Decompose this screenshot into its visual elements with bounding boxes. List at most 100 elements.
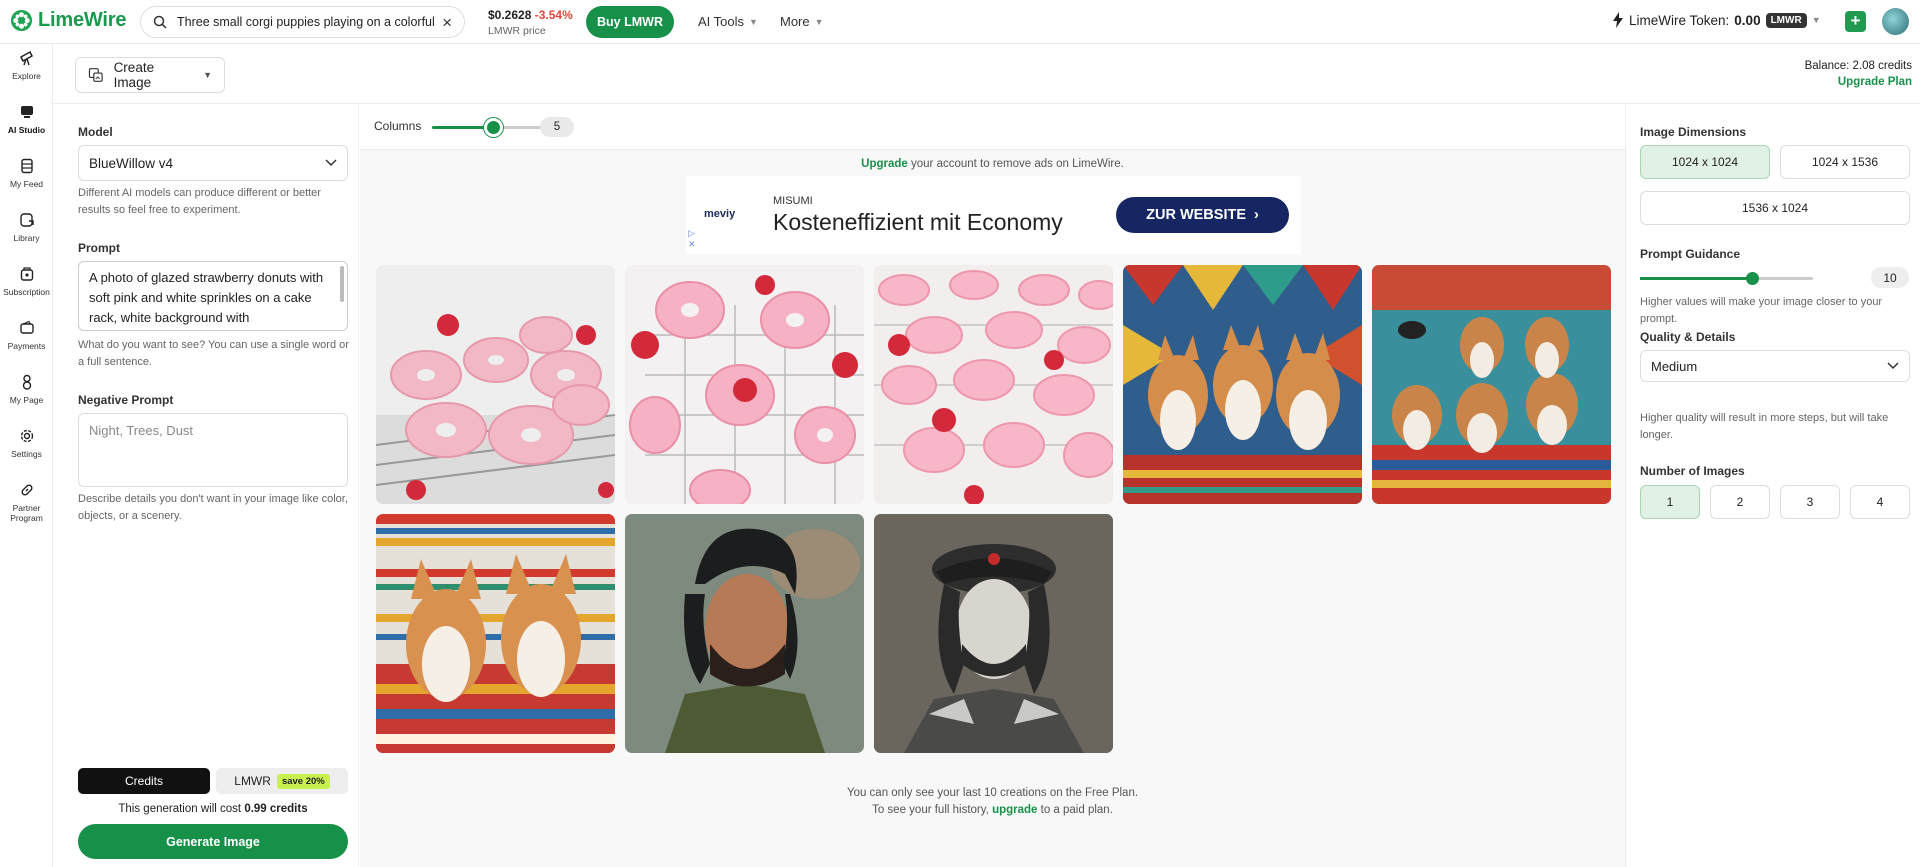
sidebar-item-settings[interactable]: Settings xyxy=(0,428,53,459)
limewire-logo-icon xyxy=(10,9,33,32)
ad-headline: Kosteneffizient mit Economy xyxy=(773,209,1063,235)
pay-with-lmwr-button[interactable]: LMWR save 20% xyxy=(216,768,348,794)
donuts-image-3[interactable] xyxy=(874,265,1113,504)
sidebar-item-subscription[interactable]: Subscription xyxy=(0,266,53,297)
columns-value: 5 xyxy=(540,117,574,137)
columns-slider[interactable] xyxy=(432,118,542,137)
image-mode-icon xyxy=(88,68,103,82)
user-icon xyxy=(22,374,31,390)
sidebar-item-label: Settings xyxy=(11,449,42,459)
prompt-scrollbar[interactable] xyxy=(340,266,344,302)
nav-more-label: More xyxy=(780,14,810,29)
chevron-right-icon: › xyxy=(1254,207,1259,223)
prompt-guidance-slider[interactable] xyxy=(1640,272,1813,285)
image-count-3-button[interactable]: 3 xyxy=(1780,485,1840,519)
image-count-4-button[interactable]: 4 xyxy=(1850,485,1910,519)
image-count-2-button[interactable]: 2 xyxy=(1710,485,1770,519)
history-limit-note: You can only see your last 10 creations … xyxy=(360,785,1625,819)
ad-cta-button[interactable]: ZUR WEBSITE › xyxy=(1116,197,1289,233)
sidebar-item-explore[interactable]: Explore xyxy=(0,50,53,81)
prompt-guidance-label: Prompt Guidance xyxy=(1640,247,1741,261)
dimension-1024x1024-button[interactable]: 1024 x 1024 xyxy=(1640,145,1770,179)
search-input[interactable]: Three small corgi puppies playing on a c… xyxy=(140,6,465,38)
sidebar-item-partner-program[interactable]: Partner Program xyxy=(0,482,53,523)
ad-removal-note: Upgrade your account to remove ads on Li… xyxy=(360,158,1625,170)
close-icon[interactable]: × xyxy=(442,14,452,31)
image-count-1-button[interactable]: 1 xyxy=(1640,485,1700,519)
settings-panel-right: Image Dimensions 1024 x 1024 1024 x 1536… xyxy=(1625,104,1920,867)
corgis-image-3[interactable] xyxy=(376,514,615,753)
model-label: Model xyxy=(78,125,113,139)
sidebar-item-label: Partner Program xyxy=(10,503,43,523)
history-note-suffix: to a paid plan. xyxy=(1040,804,1113,816)
dimension-1024x1536-button[interactable]: 1024 x 1536 xyxy=(1780,145,1910,179)
avatar[interactable] xyxy=(1882,8,1909,35)
settings-panel-left: Model BlueWillow v4 Different AI models … xyxy=(53,104,359,867)
donuts-image-2[interactable] xyxy=(625,265,864,504)
pay-with-credits-button[interactable]: Credits xyxy=(78,768,210,794)
sidebar-item-label: Library xyxy=(13,233,40,243)
dimension-1536x1024-button[interactable]: 1536 x 1024 xyxy=(1640,191,1910,225)
prompt-textarea[interactable]: A photo of glazed strawberry donuts with… xyxy=(78,261,348,331)
negative-prompt-label: Negative Prompt xyxy=(78,393,174,407)
chevron-down-icon: ▼ xyxy=(814,16,824,27)
limewire-logo[interactable]: LimeWire xyxy=(10,9,126,32)
ad-info-icon[interactable]: ▷ ✕ xyxy=(688,228,696,250)
sidebar-item-library[interactable]: Library xyxy=(0,212,53,243)
columns-label: Columns xyxy=(374,119,422,133)
save-badge: save 20% xyxy=(276,773,330,789)
model-select[interactable]: BlueWillow v4 xyxy=(78,145,348,181)
chevron-down-icon: ▼ xyxy=(1811,15,1821,25)
negative-prompt-textarea[interactable]: Night, Trees, Dust xyxy=(78,413,348,487)
nav-more[interactable]: More ▼ xyxy=(780,14,824,29)
link-icon xyxy=(20,484,33,496)
donuts-image-1[interactable] xyxy=(376,265,615,504)
buy-lmwr-button[interactable]: Buy LMWR xyxy=(586,6,674,38)
upgrade-plan-link[interactable]: Upgrade Plan xyxy=(1805,74,1912,90)
history-note-prefix: To see your full history, xyxy=(872,804,989,816)
ad-brand: MISUMI xyxy=(773,195,813,207)
portrait-image-2[interactable] xyxy=(874,514,1113,753)
quality-select[interactable]: Medium xyxy=(1640,350,1910,382)
search-value[interactable]: Three small corgi puppies playing on a c… xyxy=(177,15,434,29)
create-image-dropdown[interactable]: Create Image ▼ xyxy=(75,57,225,93)
corgi-puppies-picture xyxy=(1123,265,1362,504)
wallet-icon xyxy=(19,320,34,334)
prompt-label: Prompt xyxy=(78,241,120,255)
library-icon xyxy=(19,213,34,227)
sidebar-item-ai-studio[interactable]: AI Studio xyxy=(0,104,53,135)
sidebar-item-my-page[interactable]: My Page xyxy=(0,374,53,405)
prompt-guidance-value: 10 xyxy=(1871,267,1909,288)
image-dimensions-label: Image Dimensions xyxy=(1640,125,1747,139)
prompt-guidance-handle[interactable] xyxy=(1746,272,1760,285)
portrait-image-1[interactable] xyxy=(625,514,864,753)
token-unit-badge: LMWR xyxy=(1765,12,1807,28)
price-value: $0.2628 xyxy=(488,8,532,22)
add-button[interactable]: + xyxy=(1845,11,1866,32)
generate-image-button[interactable]: Generate Image xyxy=(78,824,348,859)
create-image-label: Create Image xyxy=(113,60,155,90)
sidebar-item-label: Explore xyxy=(12,71,41,81)
portrait-picture xyxy=(874,514,1113,753)
nav-ai-tools[interactable]: AI Tools ▼ xyxy=(698,14,758,29)
sidebar-item-payments[interactable]: Payments xyxy=(0,320,53,351)
corgi-puppies-picture xyxy=(376,514,615,753)
corgis-image-1[interactable] xyxy=(1123,265,1362,504)
sidebar-item-my-feed[interactable]: My Feed xyxy=(0,158,53,189)
sidebar-item-label: My Feed xyxy=(9,179,44,189)
donuts-picture xyxy=(376,265,615,504)
sidebar-item-label: Subscription xyxy=(3,287,50,297)
upgrade-history-link[interactable]: upgrade xyxy=(992,804,1037,816)
corgis-image-2[interactable] xyxy=(1372,265,1611,504)
ad-banner[interactable]: meviy MISUMI Kosteneffizient mit Economy… xyxy=(686,176,1301,254)
columns-slider-handle[interactable] xyxy=(483,118,503,137)
balance-info: Balance: 2.08 credits Upgrade Plan xyxy=(1805,58,1912,90)
model-help: Different AI models can produce differen… xyxy=(78,187,321,216)
upgrade-link[interactable]: Upgrade xyxy=(861,158,908,170)
top-bar: LimeWire Three small corgi puppies playi… xyxy=(0,0,1920,44)
corgi-puppies-picture xyxy=(1372,265,1611,504)
ad-cta-label: ZUR WEBSITE xyxy=(1146,207,1247,223)
negative-prompt-help: Describe details you don't want in your … xyxy=(78,493,348,522)
token-balance[interactable]: LimeWire Token: 0.00 LMWR ▼ xyxy=(1612,12,1821,28)
sidebar-item-label: Payments xyxy=(7,341,46,351)
